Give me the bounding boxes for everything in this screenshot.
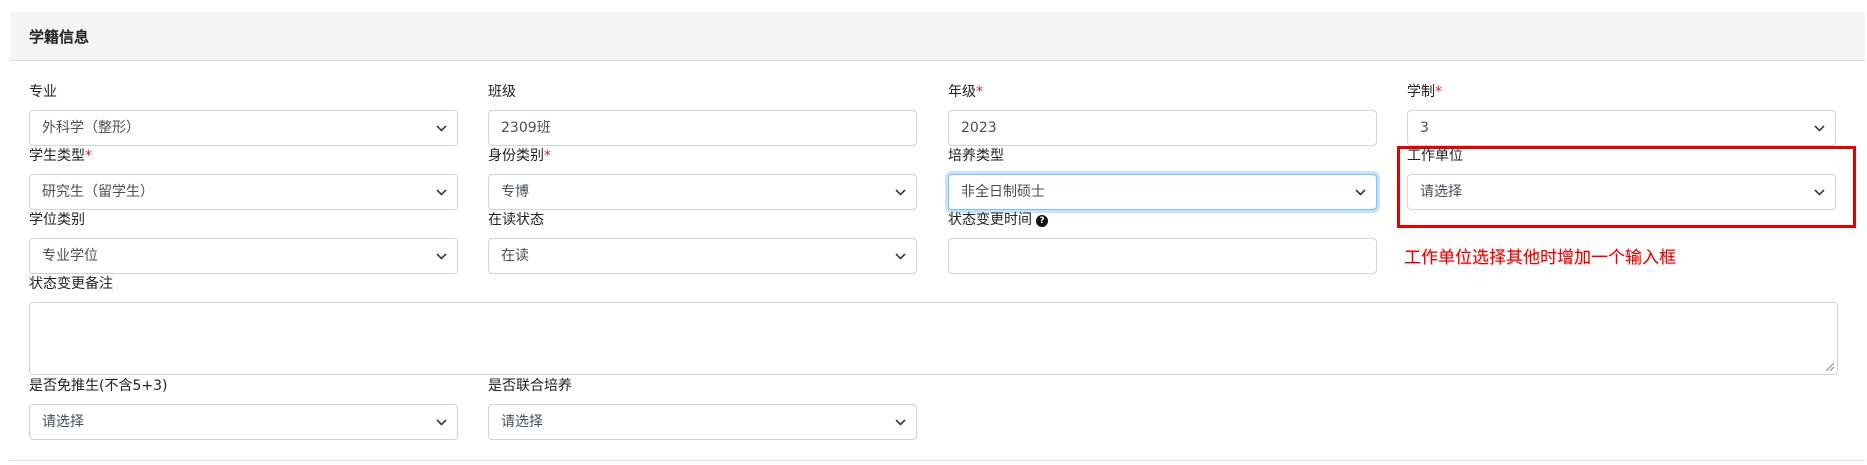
annotation-highlight-box — [1397, 146, 1856, 228]
class-label: 班级 — [488, 84, 516, 100]
study-status-select[interactable]: 在读 — [488, 238, 917, 274]
study-status-value: 在读 — [501, 248, 529, 264]
major-select[interactable]: 外科学（整形） — [29, 110, 458, 146]
exempt-label: 是否免推生(不含5+3) — [29, 378, 168, 394]
student-type-select[interactable]: 研究生（留学生） — [29, 174, 458, 210]
chevron-down-icon — [894, 405, 906, 439]
status-change-note-textarea[interactable] — [29, 302, 1838, 375]
degree-type-value: 专业学位 — [42, 248, 98, 264]
exempt-value: 请选择 — [42, 414, 84, 430]
grade-label: 年级* — [948, 84, 983, 100]
panel-header: 学籍信息 — [10, 12, 1865, 61]
training-type-value: 非全日制硕士 — [961, 184, 1045, 200]
annotation-note: 工作单位选择其他时增加一个输入框 — [1404, 248, 1676, 268]
chevron-down-icon — [1813, 111, 1825, 145]
required-mark: * — [976, 84, 983, 100]
student-type-value: 研究生（留学生） — [42, 184, 154, 200]
panel-title: 学籍信息 — [29, 28, 90, 46]
training-type-label: 培养类型 — [948, 148, 1004, 164]
exempt-select[interactable]: 请选择 — [29, 404, 458, 440]
joint-training-label: 是否联合培养 — [488, 378, 572, 394]
identity-type-value: 专博 — [501, 184, 529, 200]
duration-label: 学制* — [1407, 84, 1442, 100]
identity-type-select[interactable]: 专博 — [488, 174, 917, 210]
chevron-down-icon — [1354, 175, 1366, 209]
training-type-select[interactable]: 非全日制硕士 — [948, 174, 1377, 210]
required-mark: * — [1435, 84, 1442, 100]
chevron-down-icon — [894, 239, 906, 273]
student-type-label: 学生类型* — [29, 148, 92, 164]
identity-type-label: 身份类别* — [488, 148, 551, 164]
help-icon[interactable]: ? — [1036, 215, 1048, 227]
status-change-note-label: 状态变更备注 — [29, 276, 113, 292]
chevron-down-icon — [435, 405, 447, 439]
chevron-down-icon — [435, 111, 447, 145]
student-record-panel: 学籍信息 — [10, 12, 1865, 461]
joint-training-value: 请选择 — [501, 414, 543, 430]
panel-divider — [10, 460, 1865, 461]
duration-value: 3 — [1420, 120, 1429, 136]
degree-type-label: 学位类别 — [29, 212, 85, 228]
resize-grip-icon[interactable] — [1824, 361, 1835, 372]
major-label: 专业 — [29, 84, 57, 100]
grade-input[interactable]: 2023 — [948, 110, 1377, 146]
required-mark: * — [544, 148, 551, 164]
status-change-time-label: 状态变更时间? — [948, 211, 1048, 229]
grade-value: 2023 — [961, 120, 997, 136]
status-change-time-input[interactable] — [948, 238, 1377, 274]
chevron-down-icon — [435, 175, 447, 209]
study-status-label: 在读状态 — [488, 212, 544, 228]
chevron-down-icon — [435, 239, 447, 273]
required-mark: * — [85, 148, 92, 164]
duration-select[interactable]: 3 — [1407, 110, 1836, 146]
degree-type-select[interactable]: 专业学位 — [29, 238, 458, 274]
class-value: 2309班 — [501, 120, 551, 136]
joint-training-select[interactable]: 请选择 — [488, 404, 917, 440]
class-input[interactable]: 2309班 — [488, 110, 917, 146]
major-value: 外科学（整形） — [42, 120, 140, 136]
chevron-down-icon — [894, 175, 906, 209]
